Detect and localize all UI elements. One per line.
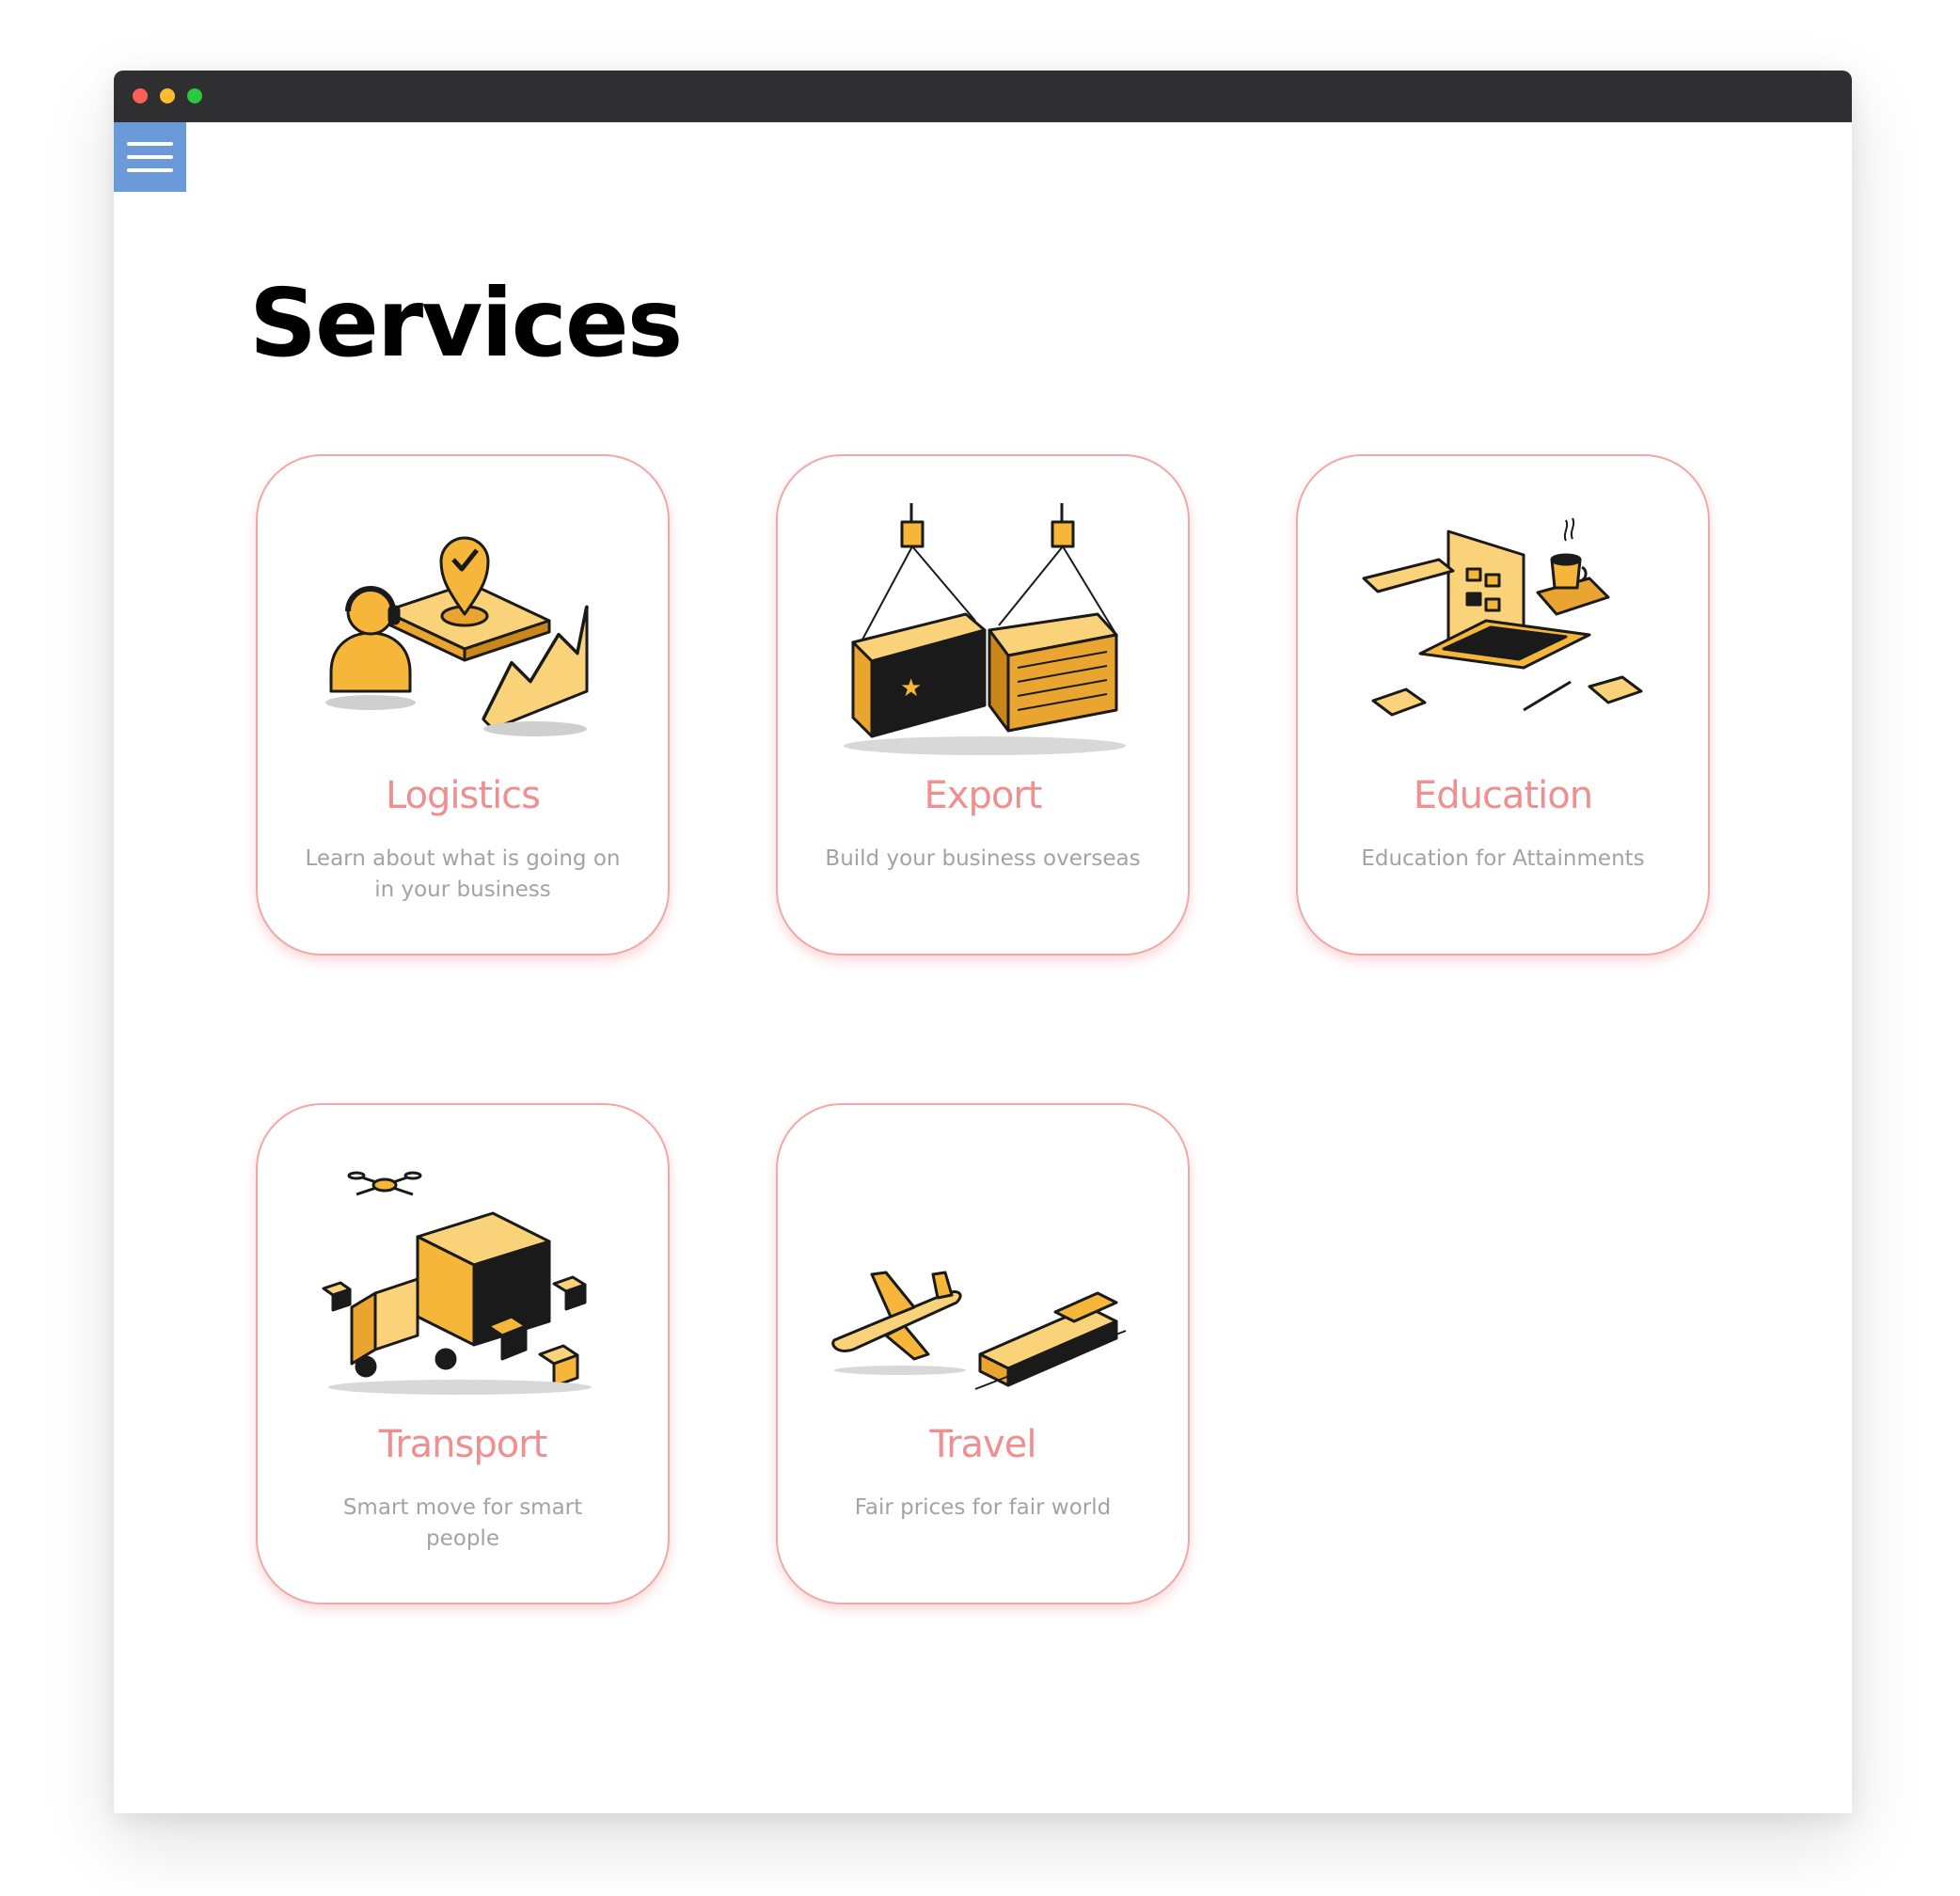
maximize-window-button[interactable]	[187, 88, 202, 103]
service-card-travel[interactable]: Travel Fair prices for fair world	[776, 1103, 1190, 1604]
service-card-logistics[interactable]: Logistics Learn about what is going on i…	[256, 454, 670, 956]
card-title: Education	[1413, 774, 1593, 817]
logistics-illustration-icon	[325, 536, 589, 736]
card-description: Build your business overseas	[825, 846, 1141, 871]
card-description: Fair prices for fair world	[854, 1495, 1112, 1520]
card-title: Logistics	[385, 774, 541, 817]
export-containers-illustration-icon: ★	[844, 503, 1126, 755]
card-title: Transport	[378, 1423, 548, 1466]
hamburger-icon-line	[127, 142, 173, 146]
window-titlebar	[114, 71, 1852, 122]
svg-text:★: ★	[900, 674, 922, 703]
card-title: Export	[924, 774, 1043, 817]
education-laptop-illustration-icon	[1362, 517, 1643, 717]
card-title: Travel	[929, 1423, 1037, 1466]
travel-plane-train-illustration-icon	[831, 1271, 1127, 1390]
card-description: Education for Attainments	[1361, 846, 1645, 871]
card-description: Smart move for smart people	[342, 1495, 583, 1551]
close-window-button[interactable]	[133, 88, 148, 103]
hamburger-icon-line	[127, 155, 173, 159]
service-card-transport[interactable]: Transport Smart move for smart people	[256, 1103, 670, 1604]
transport-truck-illustration-icon	[322, 1171, 592, 1395]
browser-window: Services Logistics Learn about what is g…	[114, 71, 1852, 1813]
service-card-education[interactable]: Education Education for Attainments	[1296, 454, 1710, 956]
page-title: Services	[249, 268, 683, 378]
service-card-export[interactable]: ★ Export Build your business overseas	[776, 454, 1190, 956]
menu-toggle-button[interactable]	[114, 122, 186, 192]
hamburger-icon-line	[127, 168, 173, 172]
minimize-window-button[interactable]	[160, 88, 175, 103]
card-description: Learn about what is going on in your bus…	[305, 846, 621, 902]
